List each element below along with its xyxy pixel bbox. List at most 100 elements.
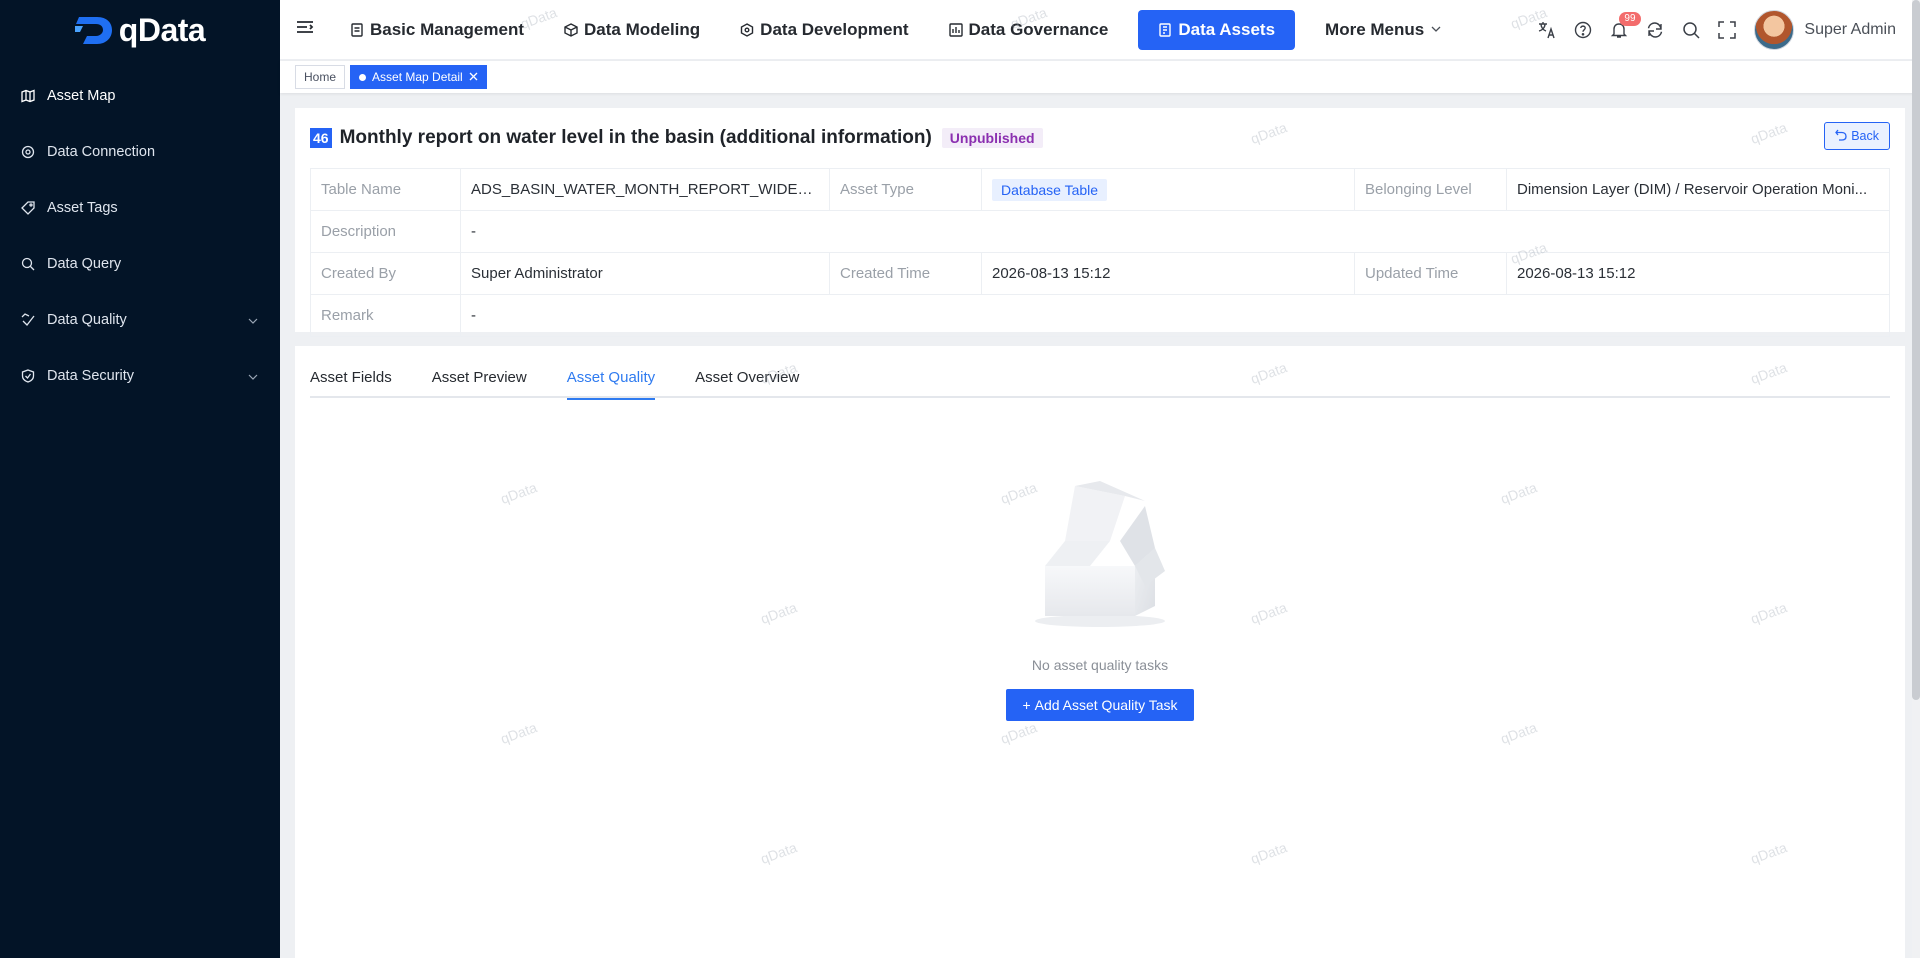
tab-asset-quality[interactable]: Asset Quality	[566, 358, 656, 400]
table-name-label: Table Name	[310, 168, 461, 211]
chevron-down-icon	[248, 314, 258, 330]
map-icon	[21, 89, 35, 103]
nav-more-menus[interactable]: More Menus	[1305, 10, 1462, 50]
plus-icon: +	[1022, 697, 1031, 713]
nav-label: Basic Management	[370, 19, 524, 39]
nav-label: Data Modeling	[584, 19, 701, 39]
table-row: Description -	[310, 210, 1890, 253]
tag-label: Asset Map Detail	[372, 70, 463, 84]
search-query-icon	[21, 257, 35, 271]
search-icon[interactable]	[1682, 21, 1700, 39]
sidebar-item-data-connection[interactable]: Data Connection	[0, 124, 280, 180]
belonging-level-label: Belonging Level	[1354, 168, 1507, 211]
tab-asset-fields[interactable]: Asset Fields	[310, 358, 392, 398]
help-icon[interactable]	[1574, 21, 1592, 39]
nav-label: More Menus	[1325, 19, 1425, 39]
connection-icon	[21, 145, 35, 159]
nav-data-governance[interactable]: Data Governance	[929, 10, 1129, 50]
sidebar-menu: Asset Map Data Connection Asset Tags Dat…	[0, 68, 280, 404]
sidebar-item-data-quality[interactable]: Data Quality	[0, 292, 280, 348]
nav-data-modeling[interactable]: Data Modeling	[544, 10, 720, 50]
empty-box-icon	[1015, 466, 1185, 641]
nav-data-development[interactable]: Data Development	[720, 10, 928, 50]
sidebar-item-data-security[interactable]: Data Security	[0, 348, 280, 404]
created-by-label: Created By	[310, 252, 461, 295]
cube-icon	[564, 22, 578, 37]
fullscreen-icon[interactable]	[1718, 21, 1737, 39]
chevron-down-icon	[1430, 20, 1442, 40]
asset-title-row: 46 Monthly report on water level in the …	[310, 124, 1890, 152]
tag-home[interactable]: Home	[295, 65, 346, 89]
header-actions: 99 Super Admin	[1538, 0, 1896, 60]
nav-label: Data Assets	[1178, 19, 1276, 39]
chevron-down-icon	[248, 370, 258, 386]
tab-asset-overview[interactable]: Asset Overview	[695, 358, 799, 398]
remark-value: -	[460, 294, 1890, 337]
avatar[interactable]	[1754, 10, 1795, 50]
notification-badge: 99	[1619, 12, 1641, 26]
active-dot-icon	[359, 73, 367, 81]
scrollbar-thumb[interactable]	[1912, 0, 1920, 700]
created-time-value: 2026-08-13 15:12	[981, 252, 1355, 295]
refresh-icon[interactable]	[1646, 21, 1664, 39]
top-header: Basic Management Data Modeling Data Deve…	[280, 0, 1920, 60]
translate-icon[interactable]	[1538, 21, 1556, 39]
asset-type-tag: Database Table	[992, 178, 1108, 201]
description-value: -	[460, 210, 1890, 253]
close-icon[interactable]	[469, 70, 478, 84]
status-badge: Unpublished	[941, 128, 1043, 148]
menu-toggle-button[interactable]	[280, 19, 330, 40]
nav-data-assets[interactable]: Data Assets	[1138, 9, 1296, 50]
belonging-level-value: Dimension Layer (DIM) / Reservoir Operat…	[1506, 168, 1890, 211]
empty-state: No asset quality tasks + Add Asset Quali…	[295, 466, 1905, 721]
username[interactable]: Super Admin	[1804, 21, 1896, 39]
main-content: 46 Monthly report on water level in the …	[280, 93, 1920, 958]
table-row: Table Name ADS_BASIN_WATER_MONTH_REPORT_…	[310, 168, 1890, 211]
back-button[interactable]: Back	[1824, 122, 1890, 150]
sidebar: qData Asset Map Data Connection Asset Ta…	[0, 0, 280, 958]
created-time-label: Created Time	[829, 252, 982, 295]
table-name-value: ADS_BASIN_WATER_MONTH_REPORT_WIDE_A...	[460, 168, 830, 211]
nav-label: Data Governance	[968, 19, 1109, 39]
bell-icon[interactable]: 99	[1610, 12, 1641, 39]
updated-time-label: Updated Time	[1354, 252, 1507, 295]
asset-type-label: Asset Type	[829, 168, 982, 211]
asset-id-badge: 46	[310, 128, 332, 148]
created-by-value: Super Administrator	[460, 252, 830, 295]
sidebar-item-label: Data Security	[47, 368, 135, 384]
tab-asset-preview[interactable]: Asset Preview	[432, 358, 527, 398]
logo-mark-icon	[74, 13, 115, 47]
asset-type-value: Database Table	[981, 168, 1355, 211]
sidebar-item-label: Data Connection	[47, 144, 156, 160]
undo-icon	[1835, 129, 1847, 144]
logo[interactable]: qData	[0, 0, 280, 60]
back-label: Back	[1851, 129, 1879, 143]
nav-basic-management[interactable]: Basic Management	[330, 10, 544, 50]
hexagon-icon	[740, 22, 754, 37]
remark-label: Remark	[310, 294, 461, 337]
asset-descriptions: Table Name ADS_BASIN_WATER_MONTH_REPORT_…	[310, 168, 1890, 337]
sidebar-item-data-query[interactable]: Data Query	[0, 236, 280, 292]
updated-time-value: 2026-08-13 15:12	[1506, 252, 1890, 295]
page-title: Monthly report on water level in the bas…	[339, 127, 932, 148]
asset-info-card: 46 Monthly report on water level in the …	[295, 108, 1905, 337]
table-row: Remark -	[310, 294, 1890, 337]
sidebar-item-label: Data Quality	[47, 312, 127, 328]
description-label: Description	[310, 210, 461, 253]
top-nav: Basic Management Data Modeling Data Deve…	[330, 0, 1462, 60]
sidebar-item-label: Asset Map	[47, 88, 116, 104]
tags-view-bar: Home Asset Map Detail	[280, 61, 1920, 93]
sidebar-item-label: Asset Tags	[47, 200, 118, 216]
asset-tabs-card: Asset Fields Asset Preview Asset Quality…	[295, 346, 1905, 958]
add-asset-quality-task-button[interactable]: + Add Asset Quality Task	[1006, 689, 1194, 721]
tag-asset-map-detail[interactable]: Asset Map Detail	[350, 65, 487, 89]
sidebar-item-asset-map[interactable]: Asset Map	[0, 68, 280, 124]
logo-text: qData	[118, 11, 206, 48]
table-row: Created By Super Administrator Created T…	[310, 252, 1890, 295]
sidebar-item-asset-tags[interactable]: Asset Tags	[0, 180, 280, 236]
nav-label: Data Development	[760, 19, 909, 39]
add-button-label: Add Asset Quality Task	[1034, 697, 1178, 713]
asset-tabs: Asset Fields Asset Preview Asset Quality…	[310, 346, 1890, 400]
tag-icon	[21, 201, 35, 215]
page-scrollbar[interactable]	[1912, 0, 1920, 958]
